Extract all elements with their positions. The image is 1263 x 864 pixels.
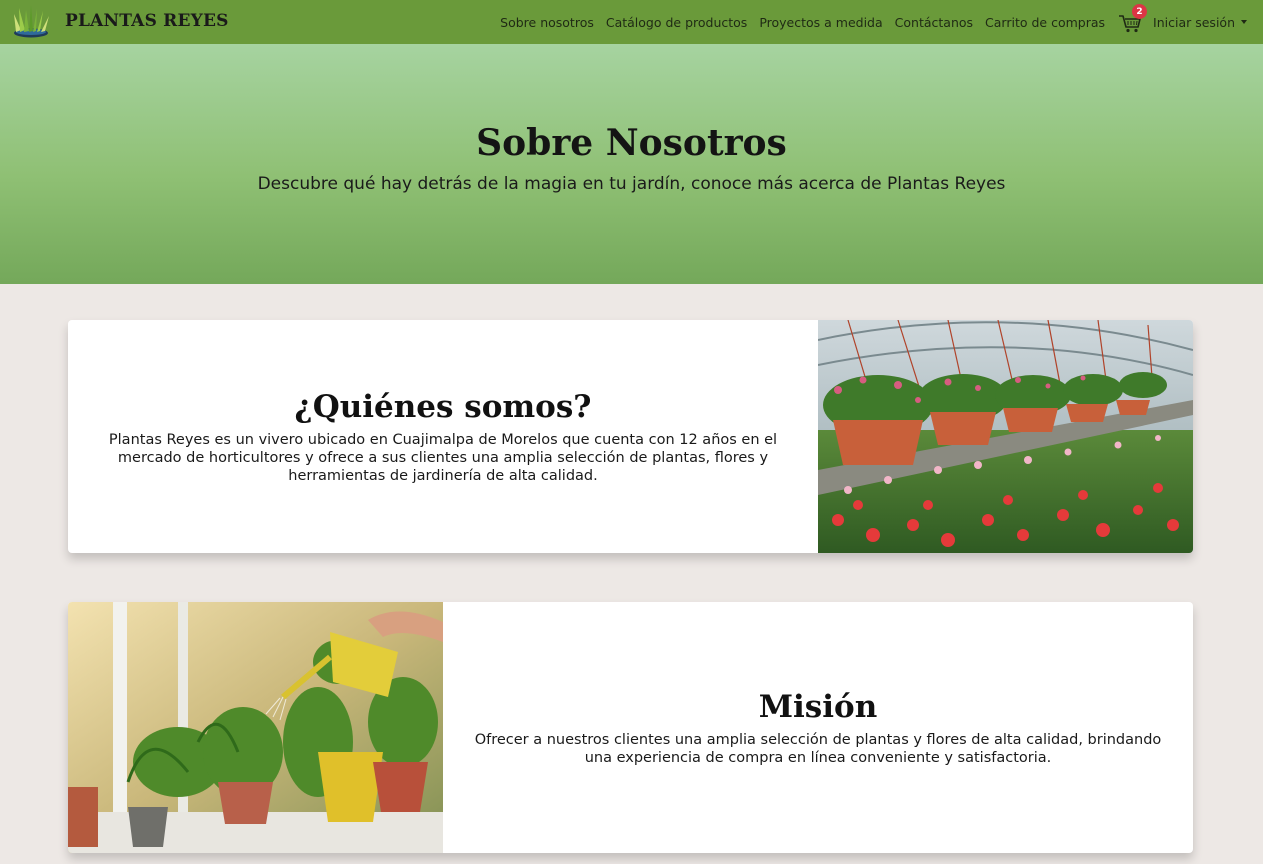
mission-body: Ofrecer a nuestros clientes una amplia s… [474, 731, 1162, 766]
login-label: Iniciar sesión [1153, 14, 1235, 30]
cart-count-badge: 2 [1132, 4, 1148, 19]
nav-link-proyectos[interactable]: Proyectos a medida [759, 15, 882, 30]
about-title: ¿Quiénes somos? [294, 388, 592, 425]
login-dropdown[interactable]: Iniciar sesión [1153, 15, 1247, 30]
hero-banner: Sobre Nosotros Descubre qué hay detrás d… [0, 44, 1263, 284]
page-subtitle: Descubre qué hay detrás de la magia en t… [257, 174, 1006, 194]
watering-plants-photo [68, 602, 443, 853]
mission-card: Misión Ofrecer a nuestros clientes una a… [68, 602, 1193, 853]
nav-link-catalogo[interactable]: Catálogo de productos [606, 15, 747, 30]
mission-card-text: Misión Ofrecer a nuestros clientes una a… [443, 602, 1193, 853]
grass-logo-icon[interactable] [12, 4, 50, 40]
about-card: ¿Quiénes somos? Plantas Reyes es un vive… [68, 320, 1193, 553]
nav-link-carrito[interactable]: Carrito de compras [985, 15, 1105, 30]
nav-link-sobre-nosotros[interactable]: Sobre nosotros [500, 15, 594, 30]
greenhouse-photo [818, 320, 1193, 553]
about-body: Plantas Reyes es un vivero ubicado en Cu… [108, 431, 778, 484]
chevron-down-icon [1241, 20, 1247, 24]
nav-link-contacto[interactable]: Contáctanos [895, 15, 973, 30]
nav-links: Sobre nosotros Catálogo de productos Pro… [488, 0, 1247, 44]
about-card-text: ¿Quiénes somos? Plantas Reyes es un vive… [68, 320, 818, 553]
mission-title: Misión [758, 688, 878, 725]
page-title: Sobre Nosotros [476, 122, 787, 164]
brand-name[interactable]: PLANTAS REYES [65, 11, 229, 31]
cart-button[interactable]: 2 [1117, 4, 1148, 35]
top-navbar: PLANTAS REYES Sobre nosotros Catálogo de… [0, 0, 1263, 44]
